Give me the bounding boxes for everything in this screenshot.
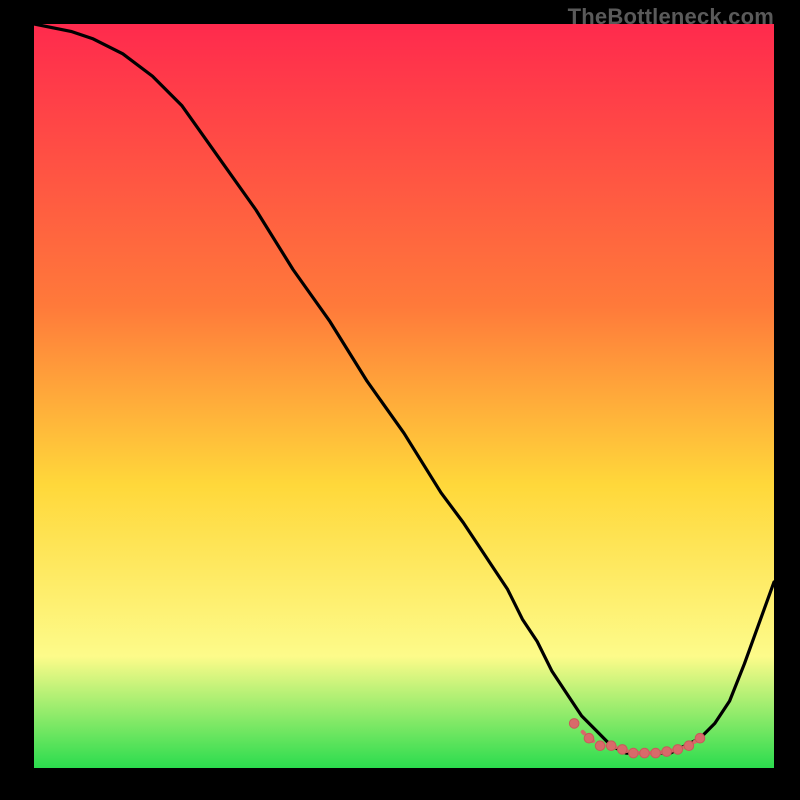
marker-dot <box>673 745 683 755</box>
marker-dot <box>606 741 616 751</box>
marker-dot <box>662 747 672 757</box>
marker-dot <box>651 748 661 758</box>
marker-dot <box>569 719 579 729</box>
marker-dot <box>618 745 628 755</box>
marker-dot <box>684 741 694 751</box>
marker-dot <box>629 748 639 758</box>
chart-frame: TheBottleneck.com <box>0 0 800 800</box>
plot-area <box>34 24 774 768</box>
chart-svg <box>34 24 774 768</box>
marker-dot <box>695 733 705 743</box>
marker-dot <box>595 741 605 751</box>
marker-dot <box>640 748 650 758</box>
marker-dot <box>584 733 594 743</box>
